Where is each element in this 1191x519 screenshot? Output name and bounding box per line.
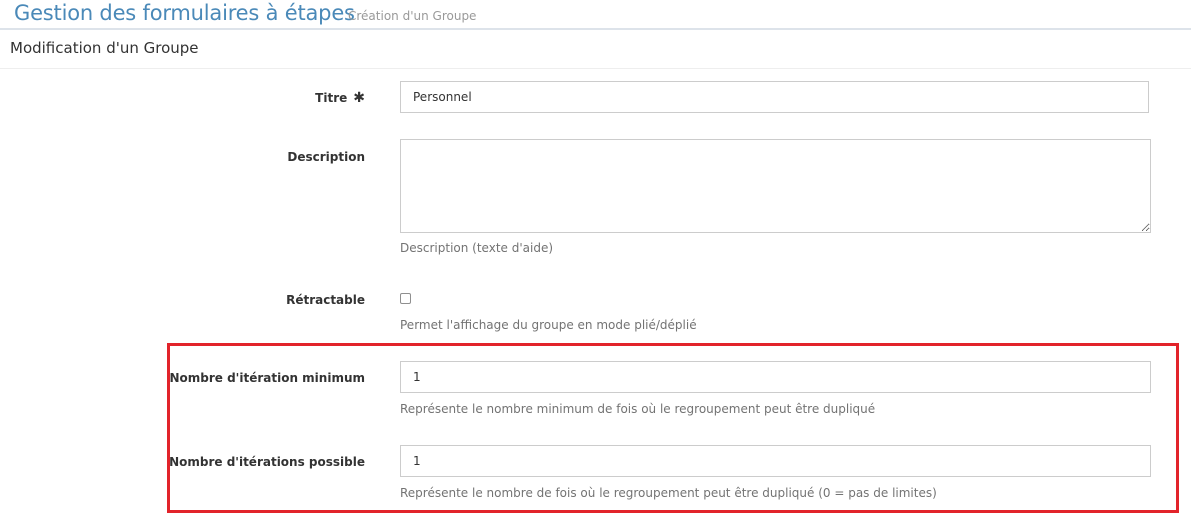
- description-help-text: Description (texte d'aide): [400, 241, 554, 255]
- iterations-possible-label: Nombre d'itérations possible: [169, 455, 365, 469]
- titre-label-group: Titre ✱: [315, 90, 365, 106]
- iteration-min-input[interactable]: [400, 361, 1151, 393]
- retractable-checkbox[interactable]: [400, 293, 411, 304]
- page-title: Gestion des formulaires à étapes: [14, 1, 355, 25]
- page-header: Gestion des formulaires à étapes Créatio…: [0, 0, 1191, 30]
- retractable-help-text: Permet l'affichage du groupe en mode pli…: [400, 318, 697, 332]
- description-textarea[interactable]: [400, 139, 1151, 233]
- panel-heading: Modification d'un Groupe: [0, 30, 1191, 69]
- titre-label: Titre: [315, 91, 348, 105]
- description-label: Description: [287, 150, 365, 164]
- iteration-min-label: Nombre d'itération minimum: [169, 371, 365, 385]
- page-subtitle: Création d'un Groupe: [348, 9, 477, 23]
- retractable-label: Rétractable: [286, 293, 365, 307]
- titre-input[interactable]: [400, 81, 1149, 113]
- panel-title: Modification d'un Groupe: [10, 39, 199, 57]
- iterations-possible-help-text: Représente le nombre de fois où le regro…: [400, 486, 937, 500]
- asterisk-icon: ✱: [353, 90, 365, 106]
- iteration-min-help-text: Représente le nombre minimum de fois où …: [400, 402, 876, 416]
- iterations-possible-input[interactable]: [400, 445, 1151, 477]
